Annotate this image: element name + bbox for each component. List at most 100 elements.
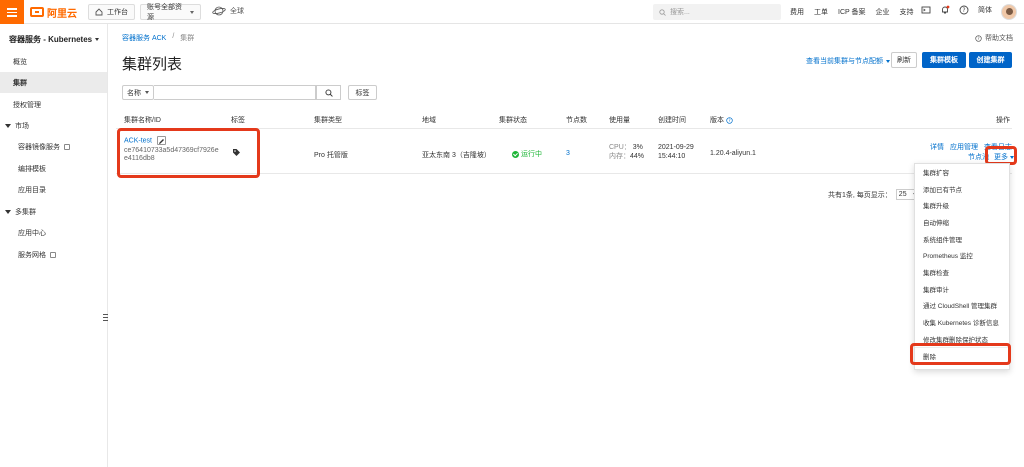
sidebar-item-authorization[interactable]: 授权管理 [0, 94, 107, 115]
created-date: 2021-09-29 [658, 144, 694, 151]
pager-text: 共有1条, 每页显示： [828, 191, 892, 199]
cpu-label: CPU： [609, 144, 631, 151]
sidebar-item-app-center[interactable]: 应用中心 [0, 222, 107, 243]
sidebar-item-label: 服务网格 [18, 251, 46, 259]
col-usage: 使用量 [609, 117, 630, 124]
create-cluster-button[interactable]: 创建集群 [969, 52, 1012, 68]
sidebar-item-label: 集群 [13, 79, 27, 87]
search-icon [324, 88, 333, 97]
account-scope-label: 账号全部资源 [147, 4, 182, 21]
tag-filter-button[interactable]: 标签 [348, 85, 377, 100]
sidebar-item-label: 编排模板 [18, 165, 46, 173]
workbench-button[interactable]: 工作台 [88, 4, 135, 20]
sidebar-item-app-catalog[interactable]: 应用目录 [0, 179, 107, 200]
highlight-cluster-name [117, 128, 260, 178]
col-name: 集群名称/ID [124, 117, 161, 124]
breadcrumb-root-link[interactable]: 容器服务 ACK [122, 33, 166, 43]
sidebar-title-label: 容器服务 - Kubernetes [9, 35, 93, 44]
menu-item-autoscaling[interactable]: 自动伸缩 [915, 214, 1011, 230]
sidebar-item-label: 应用目录 [18, 186, 46, 194]
global-search-input[interactable]: 搜索... [653, 4, 781, 20]
menu-item-prometheus[interactable]: Prometheus 监控 [915, 247, 1011, 263]
language-switch[interactable]: 简体 [978, 5, 992, 15]
menu-item-add-existing-nodes[interactable]: 添加已有节点 [915, 181, 1011, 197]
filter-input[interactable] [154, 85, 316, 100]
sidebar-group-label: 多集群 [15, 208, 36, 216]
sidebar-item-label: 授权管理 [13, 101, 41, 109]
link-enterprise[interactable]: 企业 [876, 7, 890, 17]
svg-text:?: ? [728, 118, 730, 123]
filter-field-select[interactable]: 名称 [122, 85, 154, 100]
sidebar-collapse-handle[interactable] [103, 314, 108, 321]
cluster-region: 亚太东南 3（吉隆坡） [422, 152, 491, 159]
link-ticket[interactable]: 工单 [814, 7, 828, 17]
menu-item-diagnostics[interactable]: 收集 Kubernetes 诊断信息 [915, 314, 1011, 330]
sidebar-group-market[interactable]: 市场 [0, 115, 107, 136]
cpu-value: 3% [632, 144, 643, 151]
menu-item-upgrade[interactable]: 集群升级 [915, 197, 1011, 213]
pagination: 共有1条, 每页显示： 25 [828, 189, 920, 200]
mem-value: 44% [630, 153, 645, 160]
details-link[interactable]: 详情 [930, 144, 944, 151]
table-header: 集群名称/ID 标签 集群类型 地域 集群状态 节点数 使用量 创建时间 版本 … [116, 109, 1012, 129]
col-created: 创建时间 [658, 117, 686, 124]
breadcrumb-separator: / [172, 33, 175, 40]
logo-icon [30, 7, 44, 17]
menu-item-audit[interactable]: 集群审计 [915, 281, 1011, 297]
sidebar-item-clusters[interactable]: 集群 [0, 72, 107, 93]
sidebar-item-label: 应用中心 [18, 229, 46, 237]
menu-item-cloudshell[interactable]: 通过 CloudShell 管理集群 [915, 297, 1011, 313]
top-bar: 阿里云 工作台 账号全部资源 全球 搜索... 费用 工单 ICP 备案 企业 … [0, 0, 1024, 24]
menu-icon[interactable] [0, 0, 24, 24]
link-billing[interactable]: 费用 [790, 7, 804, 17]
sidebar-title[interactable]: 容器服务 - Kubernetes [9, 34, 100, 45]
info-icon[interactable]: ? [726, 117, 733, 124]
cluster-status-label: 运行中 [520, 151, 542, 158]
col-region: 地域 [422, 117, 436, 124]
region-label: 全球 [230, 8, 244, 15]
help-doc-link[interactable]: ? 帮助文档 [975, 33, 1013, 43]
workbench-label: 工作台 [107, 9, 128, 16]
sidebar-item-container-registry[interactable]: 容器镜像服务 [0, 136, 107, 157]
created-cell: 2021-09-29 15:44:10 [658, 143, 694, 161]
bell-icon[interactable] [940, 5, 950, 15]
help-icon[interactable]: ? [959, 5, 969, 15]
refresh-button[interactable]: 刷新 [891, 52, 917, 68]
filter-search-button[interactable] [316, 85, 341, 100]
breadcrumb: 容器服务 ACK / 集群 [122, 33, 194, 43]
col-actions: 操作 [996, 117, 1010, 124]
brand-name: 阿里云 [47, 8, 77, 20]
region-selector[interactable]: 全球 [212, 6, 244, 16]
page-size-value: 25 [898, 191, 907, 198]
svg-text:?: ? [962, 7, 965, 14]
cluster-template-button[interactable]: 集群模板 [922, 52, 966, 68]
account-scope-select[interactable]: 账号全部资源 [140, 4, 201, 21]
highlight-delete-item [910, 343, 1011, 365]
link-icp[interactable]: ICP 备案 [838, 7, 866, 17]
chevron-down-icon [190, 10, 194, 14]
col-type: 集群类型 [314, 117, 342, 124]
help-doc-label: 帮助文档 [985, 35, 1013, 42]
col-version-label: 版本 [710, 117, 724, 124]
sidebar-item-templates[interactable]: 编排模板 [0, 158, 107, 179]
aliyun-logo[interactable]: 阿里云 [30, 5, 77, 20]
avatar[interactable] [1001, 4, 1017, 20]
chevron-down-icon [145, 91, 149, 94]
menu-item-scale-out[interactable]: 集群扩容 [915, 164, 1011, 180]
sidebar-item-service-mesh[interactable]: 服务网格 [0, 244, 107, 265]
chevron-down-icon [95, 38, 100, 41]
quota-view-link[interactable]: 查看当前集群与节点配额 [806, 56, 890, 66]
top-links: 费用 工单 ICP 备案 企业 支持 [790, 7, 914, 17]
link-support[interactable]: 支持 [900, 7, 914, 17]
external-link-icon [50, 251, 56, 258]
page-title: 集群列表 [122, 56, 183, 73]
sidebar-item-overview[interactable]: 概览 [0, 51, 107, 72]
menu-item-cluster-check[interactable]: 集群检查 [915, 264, 1011, 280]
menu-item-components[interactable]: 系统组件管理 [915, 231, 1011, 247]
node-count-link[interactable]: 3 [566, 150, 570, 157]
filter-field-label: 名称 [127, 89, 141, 97]
sidebar-group-multicluster[interactable]: 多集群 [0, 201, 107, 222]
cluster-version: 1.20.4-aliyun.1 [710, 150, 756, 157]
terminal-icon[interactable] [921, 5, 931, 15]
app-management-link[interactable]: 应用管理 [950, 144, 978, 151]
